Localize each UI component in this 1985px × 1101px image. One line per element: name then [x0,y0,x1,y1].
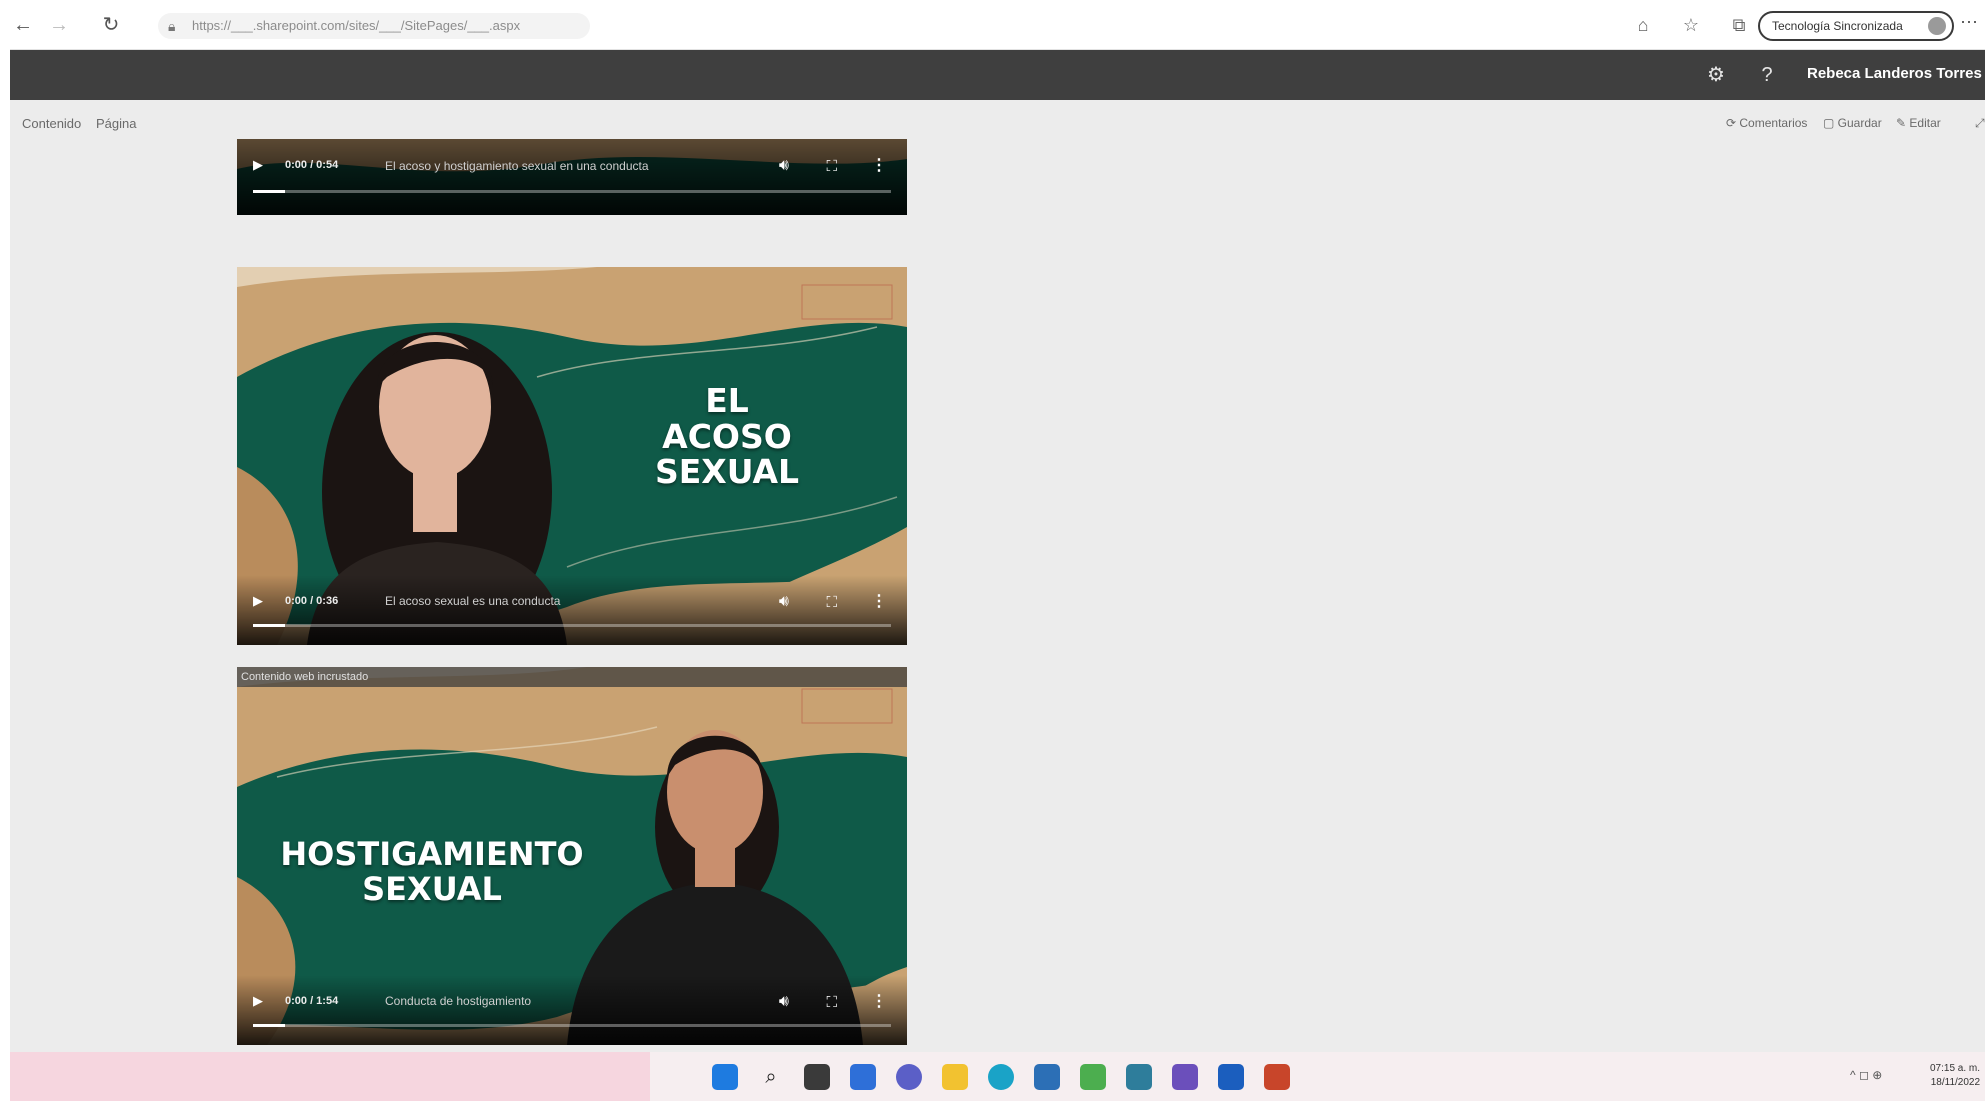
settings-gear-icon[interactable]: ⚙ [1703,62,1729,88]
system-tray[interactable]: ^ ◻ ⊕ [1850,1068,1882,1082]
store-icon[interactable] [1034,1064,1060,1090]
taskbar-tint [10,1052,650,1101]
lock-icon: 🔒︎ [168,18,176,34]
browser-toolbar: ← → ↻ 🔒︎ https://___.sharepoint.com/site… [10,0,1985,50]
back-button[interactable]: ← [10,12,36,38]
crumb-page[interactable]: Página [96,116,136,131]
video-2-title-line-1: EL [705,381,749,420]
video-2-time: 0:00 / 0:36 [285,595,339,607]
video-2-progress-fill [253,624,285,627]
video-3-title-line-1: HOSTIGAMIENTO [280,835,584,873]
video-3-volume-icon[interactable]: 🔊︎ [779,993,789,1011]
help-icon[interactable]: ? [1754,62,1780,88]
video-2-title: EL ACOSO SEXUAL [627,383,827,490]
video-3-fullscreen-icon[interactable]: ⛶ [826,994,837,1011]
address-bar[interactable]: 🔒︎ https://___.sharepoint.com/sites/___/… [158,13,590,39]
clock-time: 07:15 a. m. [1930,1063,1981,1074]
video-1-caption: El acoso y hostigamiento sexual en una c… [385,159,649,173]
video-2-caption: El acoso sexual es una conducta [385,594,561,608]
video-3-caption: Conducta de hostigamiento [385,994,532,1008]
word-icon[interactable] [1218,1064,1244,1090]
video-3-title-line-2: SEXUAL [362,869,502,908]
user-name[interactable]: Rebeca Landeros Torres [1807,65,1982,82]
video-1-play-icon[interactable]: ▶ [253,157,263,173]
video-player-3[interactable]: Contenido web incrustado HOSTIGAMIENTO S… [237,667,907,1045]
forward-button[interactable]: → [46,12,72,38]
expand-icon[interactable]: ⤢ [1975,116,1985,131]
video-2-progress-track[interactable] [253,624,891,627]
edit-command[interactable]: ✎ Editar [1896,116,1941,130]
video-2-play-icon[interactable]: ▶ [253,593,263,609]
video-2-more-icon[interactable]: ⋮ [871,591,887,611]
start-menu-icon[interactable] [712,1064,738,1090]
profile-label: Tecnología Sincronizada [1772,19,1903,33]
collections-icon[interactable]: ⧉ [1726,12,1752,38]
video-1-progress-fill [253,190,285,193]
video-1-time: 0:00 / 0:54 [285,159,339,171]
crumb-content[interactable]: Contenido [22,116,81,131]
video-2-controls: ▶ 0:00 / 0:36 El acoso sexual es una con… [237,575,907,645]
browser-menu-icon[interactable]: ⋯ [1960,12,1978,33]
comments-command[interactable]: ⟳ Comentarios [1726,116,1807,130]
video-2-fullscreen-icon[interactable]: ⛶ [826,594,837,611]
address-text: https://___.sharepoint.com/sites/___/Sit… [192,18,521,33]
screen: ← → ↻ 🔒︎ https://___.sharepoint.com/site… [10,0,1985,1101]
favorites-star-icon[interactable]: ☆ [1678,12,1704,38]
video-2-title-line-3: SEXUAL [654,452,800,492]
video-3-controls: ▶ 0:00 / 1:54 Conducta de hostigamiento … [237,975,907,1045]
video-3-progress-track[interactable] [253,1024,891,1027]
embed-source-label: Contenido web incrustado [237,667,907,687]
profile-button[interactable]: Tecnología Sincronizada [1758,11,1954,41]
maps-icon[interactable] [1080,1064,1106,1090]
read-aloud-icon[interactable]: ⌂ [1630,12,1656,38]
clock-date: 18/11/2022 [1930,1077,1981,1088]
command-bar: Contenido Página ⟳ Comentarios ▢ Guardar… [10,110,1985,140]
widgets-icon[interactable] [850,1064,876,1090]
video-player-1[interactable]: ▶ 0:00 / 0:54 El acoso y hostigamiento s… [237,139,907,215]
video-2-title-line-2: ACOSO [662,416,792,456]
video-1-volume-icon[interactable]: 🔊︎ [779,157,789,175]
powerpoint-icon[interactable] [1264,1064,1290,1090]
file-explorer-icon[interactable] [942,1064,968,1090]
video-3-progress-fill [253,1024,285,1027]
chat-icon[interactable] [896,1064,922,1090]
edge-browser-icon[interactable] [988,1064,1014,1090]
profile-avatar-icon [1928,17,1946,35]
taskbar: ⌕ ^ ◻ ⊕ 07:15 a. m. 18/11/2022 [10,1052,1985,1101]
task-view-icon[interactable] [804,1064,830,1090]
video-3-time: 0:00 / 1:54 [285,995,339,1007]
reload-button[interactable]: ↻ [98,12,124,38]
teams-icon[interactable] [1172,1064,1198,1090]
video-1-controls: ▶ 0:00 / 0:54 El acoso y hostigamiento s… [237,139,907,215]
video-2-volume-icon[interactable]: 🔊︎ [779,593,789,611]
video-3-title: HOSTIGAMIENTO SEXUAL [257,837,607,906]
video-3-play-icon[interactable]: ▶ [253,993,263,1009]
app-header: ⚙ ? Rebeca Landeros Torres [10,50,1985,100]
video-1-progress-track[interactable] [253,190,891,193]
search-icon[interactable]: ⌕ [758,1064,784,1090]
documents-icon[interactable] [1126,1064,1152,1090]
video-1-fullscreen-icon[interactable]: ⛶ [826,158,837,175]
video-1-more-icon[interactable]: ⋮ [871,155,887,175]
clock[interactable]: 07:15 a. m. 18/11/2022 [1930,1062,1980,1090]
video-3-more-icon[interactable]: ⋮ [871,991,887,1011]
save-command[interactable]: ▢ Guardar [1823,116,1882,130]
video-player-2[interactable]: EL ACOSO SEXUAL ▶ 0:00 / 0:36 El acoso s… [237,267,907,645]
